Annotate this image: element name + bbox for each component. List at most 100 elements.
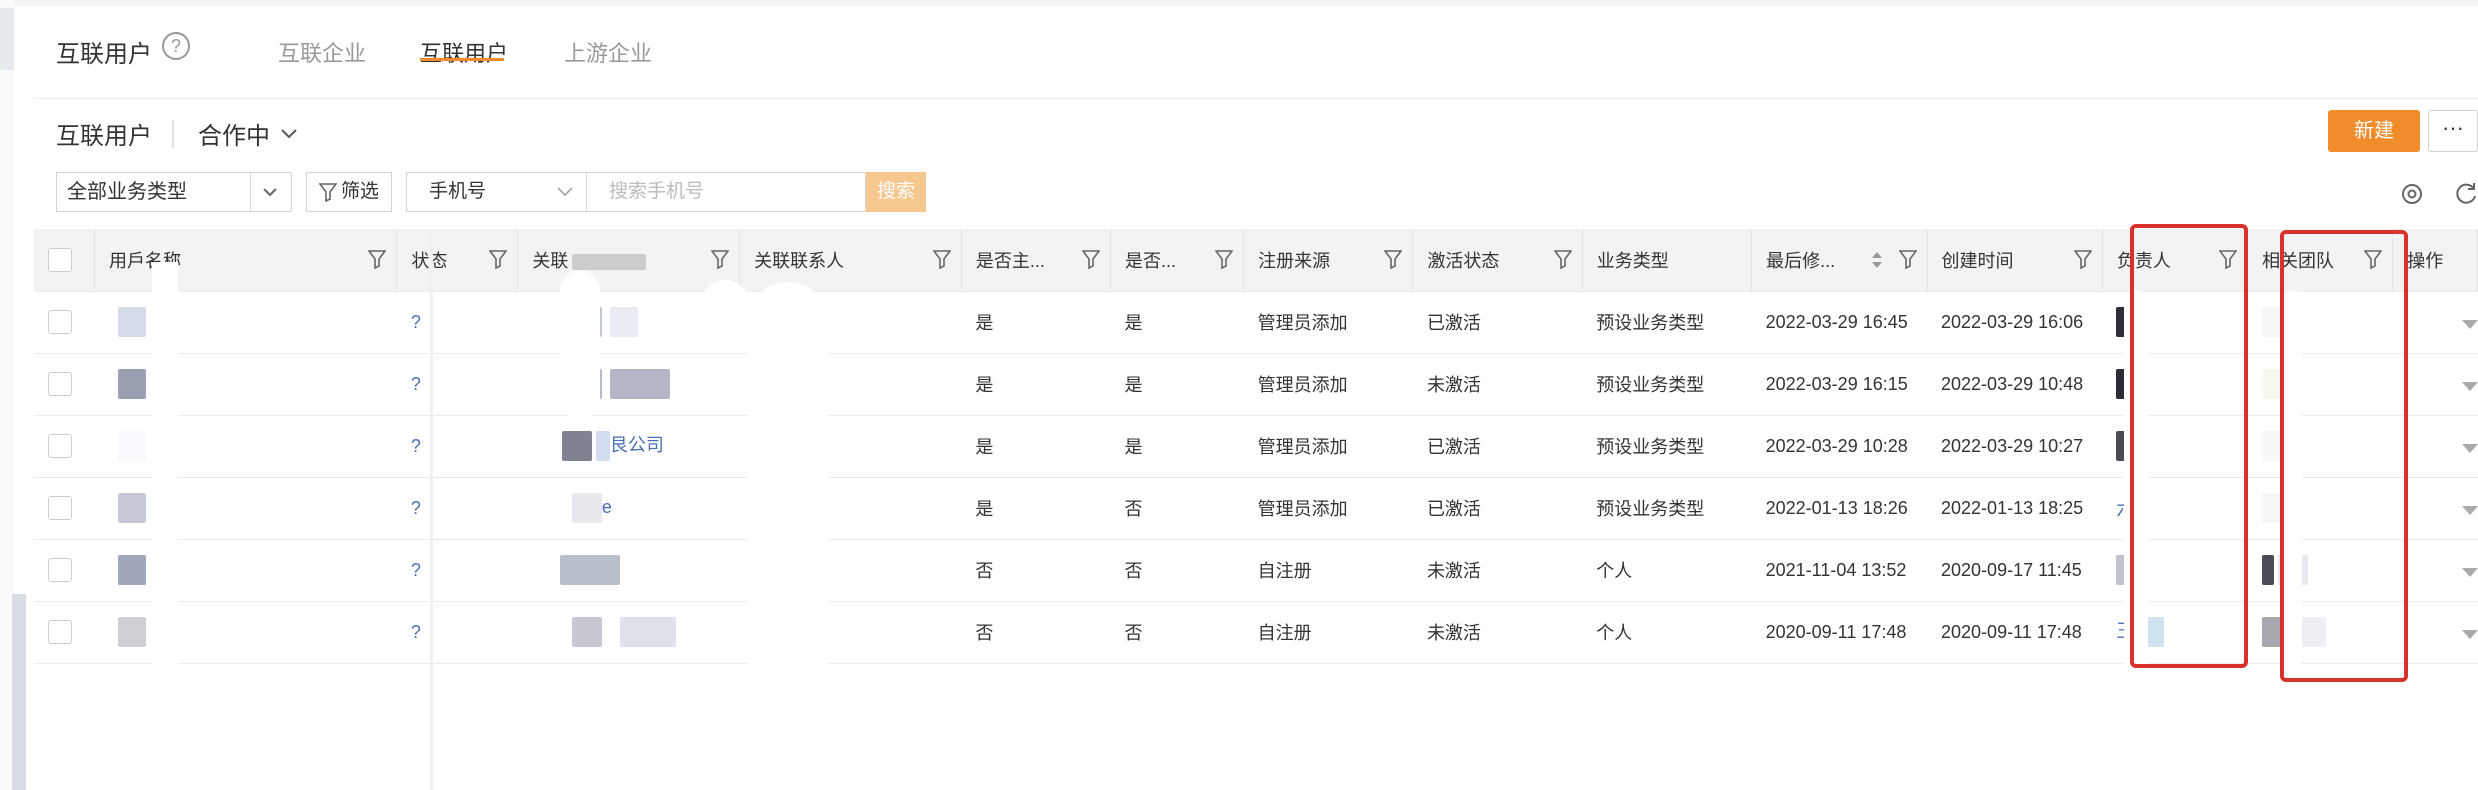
filter-icon[interactable] xyxy=(1898,249,1917,269)
row-checkbox[interactable] xyxy=(48,558,72,582)
filter-icon[interactable] xyxy=(2073,249,2092,269)
settings-icon[interactable] xyxy=(2398,180,2426,208)
col-header-modified: 最后修... xyxy=(1751,229,1928,292)
company-name[interactable]: e xyxy=(602,497,612,517)
filter-button[interactable]: 筛选 xyxy=(306,172,392,212)
col-header-is-flag: 是否... xyxy=(1110,229,1245,292)
help-icon[interactable]: ? xyxy=(162,32,190,60)
source-cell: 管理员添加 xyxy=(1243,291,1413,354)
col-header-source: 注册来源 xyxy=(1243,229,1414,292)
activation-cell: 未激活 xyxy=(1412,353,1583,416)
chevron-down-icon[interactable] xyxy=(278,122,300,144)
biz-type-cell: 预设业务类型 xyxy=(1582,353,1752,416)
modified-cell: 2021-11-04 13:52 xyxy=(1751,539,1928,602)
redaction-overlay xyxy=(700,280,750,340)
refresh-icon[interactable] xyxy=(2452,180,2478,208)
col-header-team: 相关团队 xyxy=(2247,229,2394,292)
table-row[interactable]: ? 艮公司 是 是 管理员添加 已激活 预设业务类型 2022-03-29 10… xyxy=(34,415,2478,478)
redacted-username xyxy=(118,369,147,399)
username-cell xyxy=(94,291,397,354)
is-main-cell: 否 xyxy=(961,539,1111,602)
activation-cell: 已激活 xyxy=(1412,291,1583,354)
username-cell xyxy=(94,477,397,540)
row-checkbox[interactable] xyxy=(48,434,72,458)
filter-icon[interactable] xyxy=(2219,249,2238,269)
team-cell xyxy=(2247,477,2393,540)
more-actions-button[interactable]: ··· xyxy=(2428,110,2478,152)
col-header-status: 状态 xyxy=(396,229,519,292)
filter-icon[interactable] xyxy=(2364,249,2383,269)
source-cell: 管理员添加 xyxy=(1243,353,1413,416)
scrollbar[interactable] xyxy=(12,594,26,790)
business-type-select[interactable]: 全部业务类型 xyxy=(56,172,292,212)
sort-icon[interactable] xyxy=(1871,251,1883,269)
status-glyph: ? xyxy=(410,621,421,642)
is-flag-cell: 否 xyxy=(1110,539,1244,602)
modified-cell: 2022-03-29 16:45 xyxy=(1751,291,1928,354)
row-checkbox[interactable] xyxy=(48,372,72,396)
table-row[interactable]: ? 否 否 自注册 未激活 个人 2021-11-04 13:52 2020-0… xyxy=(34,539,2478,602)
tab-connected-companies[interactable]: 互联企业 xyxy=(278,36,366,68)
status-cell: ? xyxy=(396,539,518,602)
created-cell: 2020-09-17 11:45 xyxy=(1927,539,2103,602)
toolbar-divider xyxy=(172,120,174,148)
filter-icon xyxy=(319,183,337,202)
is-main-cell: 是 xyxy=(961,415,1111,478)
caret-down-icon[interactable] xyxy=(2461,505,2478,515)
page-title: 互联用户 xyxy=(56,41,152,68)
col-header-contact: 关联联系人 xyxy=(739,229,962,292)
username-cell xyxy=(94,415,397,478)
username-cell xyxy=(94,601,397,664)
table-row[interactable]: ? 洎 是 是 管理员添加 未激活 预设业务类型 2022-03-29 16:1… xyxy=(34,353,2478,416)
table-row[interactable]: ? 涕 否 否 自注册 未激活 个人 2020-09-11 17:48 2020… xyxy=(34,601,2478,664)
team-cell xyxy=(2247,291,2393,354)
actions-cell xyxy=(2392,477,2478,540)
redaction-overlay xyxy=(152,262,178,682)
is-flag-cell: 是 xyxy=(1110,353,1244,416)
filter-icon[interactable] xyxy=(489,249,508,269)
actions-cell xyxy=(2392,601,2478,664)
activation-cell: 已激活 xyxy=(1412,415,1583,478)
search-field-select[interactable]: 手机号 xyxy=(406,172,586,212)
filter-icon[interactable] xyxy=(1215,249,1234,269)
is-flag-cell: 否 xyxy=(1110,477,1244,540)
select-all-checkbox[interactable] xyxy=(48,247,72,272)
filter-icon[interactable] xyxy=(1384,249,1403,269)
redacted-company xyxy=(571,617,602,647)
caret-down-icon[interactable] xyxy=(2461,443,2478,453)
nav-highlight[interactable] xyxy=(0,8,14,70)
filter-icon[interactable] xyxy=(932,249,951,269)
caret-down-icon[interactable] xyxy=(2461,319,2478,329)
caret-down-icon[interactable] xyxy=(2461,381,2478,391)
modified-cell: 2020-09-11 17:48 xyxy=(1751,601,1928,664)
caret-down-icon[interactable] xyxy=(2461,629,2478,639)
table-row[interactable]: ? e 是 否 管理员添加 已激活 预设业务类型 2022-01-13 18:2… xyxy=(34,477,2478,540)
tab-connected-users[interactable]: 互联用户 xyxy=(420,36,508,68)
col-label: 注册来源 xyxy=(1258,250,1331,271)
company-name[interactable]: 艮公司 xyxy=(610,435,664,455)
filter-icon[interactable] xyxy=(368,249,387,269)
new-button[interactable]: 新建 xyxy=(2328,110,2420,152)
row-checkbox[interactable] xyxy=(48,496,72,520)
chevron-down-icon[interactable] xyxy=(250,173,291,211)
col-label: 是否... xyxy=(1125,250,1177,271)
status-filter-dropdown[interactable]: 合作中 xyxy=(198,116,270,151)
col-label: 是否主... xyxy=(975,250,1045,271)
tab-upstream-companies[interactable]: 上游企业 xyxy=(564,36,652,68)
table-row[interactable]: ? 是 是 管理员添加 已激活 预设业务类型 2022-03-29 16:45 … xyxy=(34,291,2478,354)
filter-icon[interactable] xyxy=(1553,249,1572,269)
is-main-cell: 是 xyxy=(961,353,1111,416)
caret-down-icon[interactable] xyxy=(2461,567,2478,577)
search-input[interactable]: 搜索手机号 xyxy=(586,172,866,212)
search-button[interactable]: 搜索 xyxy=(866,172,926,212)
filter-icon[interactable] xyxy=(711,249,730,269)
status-cell: ? xyxy=(396,477,518,540)
created-cell: 2022-03-29 10:27 xyxy=(1927,415,2103,478)
row-checkbox[interactable] xyxy=(48,620,72,644)
redacted-company xyxy=(571,493,602,523)
redacted-username xyxy=(118,617,147,647)
view-title: 互联用户 xyxy=(56,123,152,150)
filter-icon[interactable] xyxy=(1082,249,1101,269)
row-checkbox[interactable] xyxy=(48,310,72,334)
col-header-actions: 操作 xyxy=(2392,229,2478,292)
